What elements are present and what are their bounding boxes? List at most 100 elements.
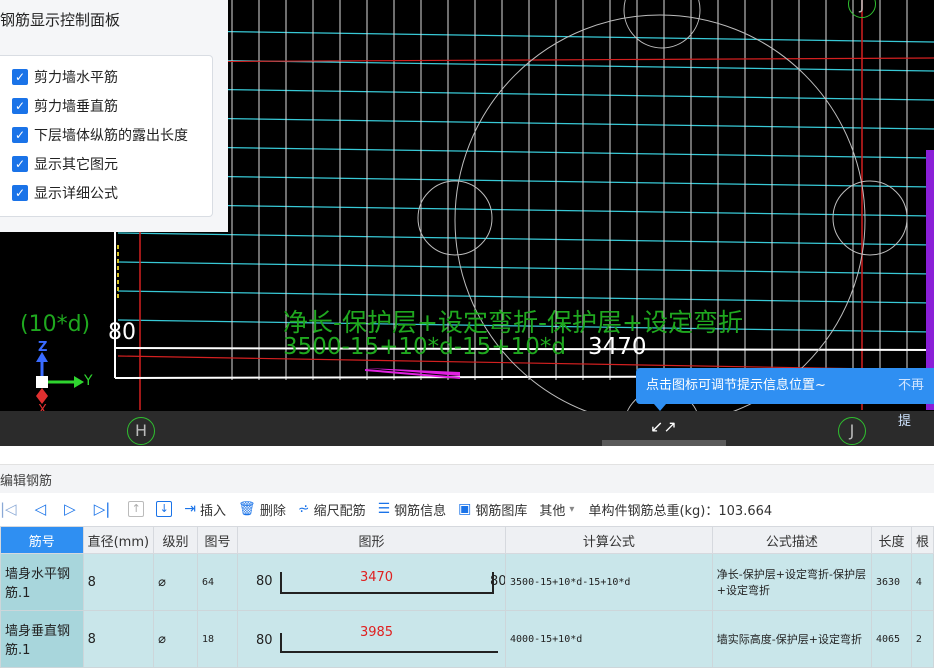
cyan-rebar-line bbox=[117, 145, 934, 159]
table-header: 筋号 直径(mm) 级别 图号 图形 计算公式 公式描述 长度 根 bbox=[0, 526, 934, 554]
insert-button[interactable]: ⇥ 插入 bbox=[184, 500, 226, 519]
option-wall-vertical[interactable]: ✓ 剪力墙垂直筋 bbox=[12, 95, 118, 117]
col-header[interactable]: 直径(mm) bbox=[82, 526, 155, 554]
cyan-rebar-line bbox=[117, 116, 934, 130]
axis-h-marker: H bbox=[127, 417, 155, 445]
cell-formula[interactable]: 3500-15+10*d-15+10*d bbox=[505, 553, 713, 611]
option-label: 下层墙体纵筋的露出长度 bbox=[34, 128, 188, 144]
col-header[interactable]: 长度 bbox=[870, 526, 912, 554]
panel-title: 钢筋显示控制面板 bbox=[0, 11, 121, 29]
option-label: 显示详细公式 bbox=[34, 186, 118, 202]
cyan-rebar-line bbox=[117, 29, 934, 43]
cell-length[interactable]: 3630 bbox=[870, 553, 912, 611]
tooltip: 点击图标可调节提示信息位置~ 不再提 bbox=[636, 368, 934, 429]
formula-calc-text: 3500-15+10*d-15+10*d bbox=[283, 334, 566, 360]
scale-rebar-button[interactable]: ⩫ 缩尺配筋 bbox=[298, 500, 366, 519]
editor-title: 编辑钢筋 bbox=[0, 474, 53, 489]
option-wall-horizontal[interactable]: ✓ 剪力墙水平筋 bbox=[12, 66, 118, 88]
insert-icon: ⇥ bbox=[184, 501, 197, 517]
cell-shape[interactable]: 80 3470 80 bbox=[236, 553, 507, 611]
library-label: 钢筋图库 bbox=[475, 503, 528, 519]
checkbox-checked-icon[interactable]: ✓ bbox=[12, 185, 28, 201]
cyan-rebar-line bbox=[117, 232, 934, 246]
library-icon: ▣ bbox=[458, 501, 472, 517]
editor-header: 编辑钢筋 bbox=[0, 464, 934, 493]
cad-viewport[interactable]: 钢筋显示控制面板 ✓ 剪力墙水平筋 ✓ 剪力墙垂直筋 ✓ 下层墙体纵筋的露出长度 ✓ 显… bbox=[0, 0, 934, 446]
rebar-info-button[interactable]: ☰ 钢筋信息 bbox=[378, 500, 447, 519]
delete-label: 删除 bbox=[259, 503, 286, 519]
tooltip-text: 点击图标可调节提示信息位置~ bbox=[646, 378, 826, 393]
cell-length[interactable]: 4065 bbox=[870, 610, 912, 668]
checkbox-checked-icon[interactable]: ✓ bbox=[12, 69, 28, 85]
cell-count[interactable]: 4 bbox=[910, 553, 934, 611]
total-weight: 单构件钢筋总重(kg)：103.664 bbox=[588, 503, 773, 519]
option-lower-exposed[interactable]: ✓ 下层墙体纵筋的露出长度 bbox=[12, 124, 188, 146]
rebar-display-panel: 钢筋显示控制面板 ✓ 剪力墙水平筋 ✓ 剪力墙垂直筋 ✓ 下层墙体纵筋的露出长度 ✓ 显… bbox=[0, 0, 228, 232]
trash-icon: 🗑 bbox=[238, 501, 256, 517]
option-show-others[interactable]: ✓ 显示其它图元 bbox=[12, 153, 118, 175]
scale-label: 缩尺配筋 bbox=[313, 503, 366, 519]
axis-gizmo-icon bbox=[36, 352, 84, 404]
cell-desc[interactable]: 墙实际高度-保护层+设定弯折 bbox=[711, 610, 872, 668]
shape-right-value: 80 bbox=[489, 574, 506, 589]
col-header[interactable]: 图号 bbox=[197, 526, 238, 554]
move-down-icon[interactable]: ↓ bbox=[156, 501, 173, 517]
cell-shape[interactable]: 80 3985 bbox=[236, 610, 507, 668]
option-label: 剪力墙水平筋 bbox=[34, 70, 118, 86]
table-row[interactable]: 墙身垂直钢筋.1 8 ⌀ 18 80 3985 4000-15+10*d 墙实际… bbox=[0, 610, 934, 668]
col-header[interactable]: 图形 bbox=[236, 526, 507, 554]
cell-diameter[interactable]: 8 bbox=[82, 553, 155, 611]
other-label: 其他 bbox=[539, 503, 566, 519]
collapse-icon[interactable]: ↙↗ bbox=[650, 417, 677, 436]
info-label: 钢筋信息 bbox=[394, 503, 447, 519]
cyan-rebar-line bbox=[117, 174, 934, 188]
dim-left-text: (10*d) bbox=[20, 312, 91, 337]
cell-name[interactable]: 墙身垂直钢筋.1 bbox=[0, 610, 84, 668]
dim-80-text: 80 bbox=[108, 320, 136, 345]
insert-label: 插入 bbox=[200, 503, 227, 519]
last-record-icon[interactable]: ▷| bbox=[94, 500, 111, 518]
cell-formula[interactable]: 4000-15+10*d bbox=[505, 610, 713, 668]
rebar-editor: 编辑钢筋 |◁ ◁ ▷ ▷| ↑ ↓ ⇥ 插入 🗑 删除 ⩫ 缩尺配筋 ☰ 钢筋信息 ▣… bbox=[0, 446, 934, 668]
shape-left-value: 80 bbox=[255, 633, 273, 648]
cell-grade[interactable]: ⌀ bbox=[153, 553, 198, 611]
option-show-formula[interactable]: ✓ 显示详细公式 bbox=[12, 182, 118, 204]
delete-button[interactable]: 🗑 删除 bbox=[238, 500, 286, 519]
info-list-icon: ☰ bbox=[377, 501, 391, 517]
cyan-rebar-line bbox=[117, 203, 934, 217]
editor-toolbar: |◁ ◁ ▷ ▷| ↑ ↓ ⇥ 插入 🗑 删除 ⩫ 缩尺配筋 ☰ 钢筋信息 ▣ 钢筋图库 … bbox=[0, 494, 934, 524]
move-up-icon[interactable]: ↑ bbox=[128, 501, 145, 517]
cell-name[interactable]: 墙身水平钢筋.1 bbox=[0, 553, 84, 611]
cell-diameter[interactable]: 8 bbox=[82, 610, 155, 668]
tooltip-dismiss[interactable]: 不再提 bbox=[898, 368, 934, 440]
rebar-library-button[interactable]: ▣ 钢筋图库 bbox=[458, 500, 527, 519]
prev-record-icon[interactable]: ◁ bbox=[35, 500, 47, 518]
shape-mid-value: 3985 bbox=[359, 625, 394, 640]
col-header[interactable]: 筋号 bbox=[0, 526, 84, 554]
first-record-icon[interactable]: |◁ bbox=[0, 500, 17, 518]
axis-j-marker-bottom: J bbox=[838, 417, 866, 445]
cell-fig[interactable]: 18 bbox=[197, 610, 238, 668]
cell-fig[interactable]: 64 bbox=[197, 553, 238, 611]
shape-left-value: 80 bbox=[255, 574, 273, 589]
cell-grade[interactable]: ⌀ bbox=[153, 610, 198, 668]
chevron-down-icon: ▾ bbox=[569, 503, 575, 515]
other-dropdown[interactable]: 其他 ▾ bbox=[539, 500, 574, 519]
col-header[interactable]: 计算公式 bbox=[505, 526, 713, 554]
cell-desc[interactable]: 净长-保护层+设定弯折-保护层+设定弯折 bbox=[711, 553, 872, 611]
rebar-table: 筋号 直径(mm) 级别 图号 图形 计算公式 公式描述 长度 根 墙身水平钢筋… bbox=[0, 526, 934, 668]
col-header[interactable]: 级别 bbox=[153, 526, 198, 554]
col-header[interactable]: 根 bbox=[910, 526, 934, 554]
shape-l: 80 3985 bbox=[242, 619, 501, 659]
checkbox-checked-icon[interactable]: ✓ bbox=[12, 98, 28, 114]
col-header[interactable]: 公式描述 bbox=[711, 526, 872, 554]
cyan-rebar-line bbox=[117, 87, 934, 101]
checkbox-checked-icon[interactable]: ✓ bbox=[12, 127, 28, 143]
cell-count[interactable]: 2 bbox=[910, 610, 934, 668]
ruler-icon: ⩫ bbox=[297, 501, 310, 517]
next-record-icon[interactable]: ▷ bbox=[64, 500, 76, 518]
shape-mid-value: 3470 bbox=[359, 570, 394, 585]
checkbox-checked-icon[interactable]: ✓ bbox=[12, 156, 28, 172]
table-row[interactable]: 墙身水平钢筋.1 8 ⌀ 64 80 3470 80 3500-15+10*d-… bbox=[0, 553, 934, 611]
shape-horizontal: 80 3470 80 bbox=[242, 562, 505, 602]
